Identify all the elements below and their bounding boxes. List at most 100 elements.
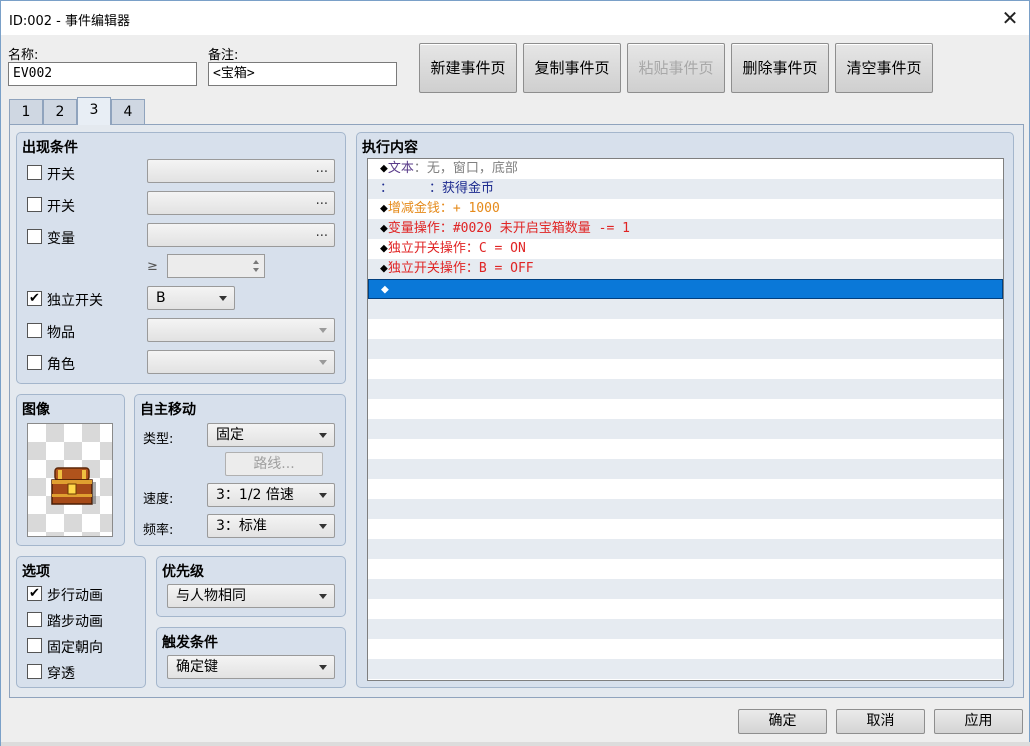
frequency-select[interactable]: 3：标准 (207, 514, 335, 538)
chevron-down-icon (319, 524, 327, 529)
command-row-text[interactable]: ◆文本：无，窗口，底部 (368, 159, 1003, 179)
switch2-field[interactable]: ... (147, 191, 335, 215)
switch2-checkbox[interactable]: 开关 (27, 195, 127, 215)
window-title: ID:002 - 事件编辑器 (9, 14, 130, 29)
variable-checkbox[interactable]: 变量 (27, 227, 127, 247)
command-row-variable[interactable]: ◆变量操作：#0020 未开启宝箱数量 -= 1 (368, 219, 1003, 239)
close-icon[interactable]: ✕ (997, 5, 1023, 31)
checkbox-box[interactable] (27, 355, 42, 370)
note-input[interactable]: <宝箱> (208, 62, 397, 86)
command-row-self-switch-b[interactable]: ◆独立开关操作：B = OFF (368, 259, 1003, 279)
checkbox-box[interactable] (27, 165, 42, 180)
list-stripe (368, 379, 1003, 399)
priority-select[interactable]: 与人物相同 (167, 584, 335, 608)
trigger-group: 触发条件 确定键 (156, 627, 346, 688)
item-select[interactable] (147, 318, 335, 342)
variable-field[interactable]: ... (147, 223, 335, 247)
tab-page-3[interactable]: 3 (77, 97, 111, 125)
direction-fix-checkbox[interactable]: 固定朝向 (27, 636, 137, 656)
tab-page-4[interactable]: 4 (111, 99, 145, 125)
switch1-checkbox[interactable]: 开关 (27, 163, 127, 183)
spinner-down-icon[interactable] (253, 268, 259, 272)
treasure-chest-icon (51, 467, 96, 505)
actor-label: 角色 (47, 357, 75, 373)
diamond-icon: ◆ (380, 201, 388, 216)
priority-value: 与人物相同 (176, 588, 246, 604)
checkbox-box[interactable] (27, 197, 42, 212)
ellipsis-icon: ... (315, 161, 328, 176)
chevron-down-icon (319, 433, 327, 438)
checkbox-box[interactable] (27, 323, 42, 338)
movement-type-select[interactable]: 固定 (207, 423, 335, 447)
apply-button[interactable]: 应用 (934, 709, 1023, 734)
checkbox-box[interactable] (27, 664, 42, 679)
checkbox-box[interactable] (27, 638, 42, 653)
self-switch-select[interactable]: B (147, 286, 235, 310)
new-page-button[interactable]: 新建事件页 (419, 43, 517, 93)
actor-checkbox[interactable]: 角色 (27, 353, 127, 373)
event-command-list[interactable]: ◆文本：无，窗口，底部 ：：获得金币 ◆增减金钱：+ 1000 ◆变量操作：#0… (367, 158, 1004, 681)
checkbox-box[interactable] (27, 612, 42, 627)
actor-select[interactable] (147, 350, 335, 374)
item-label: 物品 (47, 325, 75, 341)
diamond-icon: ◆ (380, 241, 388, 256)
image-group: 图像 (16, 394, 125, 546)
copy-page-button[interactable]: 复制事件页 (523, 43, 621, 93)
switch1-field[interactable]: ... (147, 159, 335, 183)
stepping-anim-checkbox[interactable]: 踏步动画 (27, 610, 137, 630)
command-row-self-switch-c[interactable]: ◆独立开关操作：C = ON (368, 239, 1003, 259)
cancel-button[interactable]: 取消 (836, 709, 925, 734)
movement-type-value: 固定 (216, 427, 244, 443)
list-stripe (368, 459, 1003, 479)
checkmark-icon[interactable]: ✔ (27, 586, 42, 601)
conditions-title: 出现条件 (22, 140, 78, 156)
command-row-text-body[interactable]: ： ：获得金币 (368, 179, 1003, 199)
self-switch-checkbox[interactable]: ✔ 独立开关 (27, 289, 137, 309)
chevron-down-icon (319, 665, 327, 670)
variable-label: 变量 (47, 231, 75, 247)
speed-select[interactable]: 3：1/2 倍速 (207, 483, 335, 507)
window-bottom-edge (1, 742, 1030, 746)
through-checkbox[interactable]: 穿透 (27, 662, 137, 682)
walking-anim-checkbox[interactable]: ✔ 步行动画 (27, 584, 137, 604)
checkmark-icon[interactable]: ✔ (27, 291, 42, 306)
ok-button[interactable]: 确定 (738, 709, 827, 734)
image-title: 图像 (22, 402, 50, 418)
command-text: 独立开关操作：B = OFF (387, 261, 534, 276)
trigger-select[interactable]: 确定键 (167, 655, 335, 679)
checkbox-box[interactable] (27, 229, 42, 244)
list-stripe (368, 539, 1003, 559)
autonomous-title: 自主移动 (140, 402, 196, 418)
spinner-up-icon[interactable] (253, 260, 259, 264)
tab-page-2[interactable]: 2 (43, 99, 77, 125)
event-editor-window: ID:002 - 事件编辑器 ✕ 名称: EV002 备注: <宝箱> 新建事件… (0, 0, 1030, 746)
delete-page-button[interactable]: 删除事件页 (731, 43, 829, 93)
list-stripe (368, 299, 1003, 319)
list-stripe (368, 419, 1003, 439)
tab-page-1[interactable]: 1 (9, 99, 43, 125)
diamond-icon: ◆ (381, 282, 389, 297)
graphic-preview[interactable] (27, 423, 113, 537)
through-label: 穿透 (47, 666, 75, 682)
route-button[interactable]: 路线... (225, 452, 323, 476)
chevron-down-icon (319, 360, 327, 365)
chevron-down-icon (319, 594, 327, 599)
diamond-icon: ◆ (380, 221, 388, 236)
gte-label: ≥ (147, 259, 158, 274)
name-input[interactable]: EV002 (8, 62, 197, 86)
frequency-value: 3：标准 (216, 518, 267, 534)
clear-page-button[interactable]: 清空事件页 (835, 43, 933, 93)
options-title: 选项 (22, 564, 50, 580)
command-row-empty-selected[interactable]: ◆ (368, 279, 1003, 299)
list-stripe (368, 499, 1003, 519)
title-bar: ID:002 - 事件编辑器 ✕ (1, 1, 1029, 35)
chevron-down-icon (319, 493, 327, 498)
paste-page-button[interactable]: 粘贴事件页 (627, 43, 725, 93)
trigger-value: 确定键 (176, 659, 218, 675)
command-row-gold[interactable]: ◆增减金钱：+ 1000 (368, 199, 1003, 219)
type-label: 类型: (143, 432, 174, 447)
walking-anim-label: 步行动画 (47, 588, 103, 604)
variable-value-spinner[interactable] (167, 254, 265, 278)
item-checkbox[interactable]: 物品 (27, 321, 127, 341)
switch2-label: 开关 (47, 199, 75, 215)
